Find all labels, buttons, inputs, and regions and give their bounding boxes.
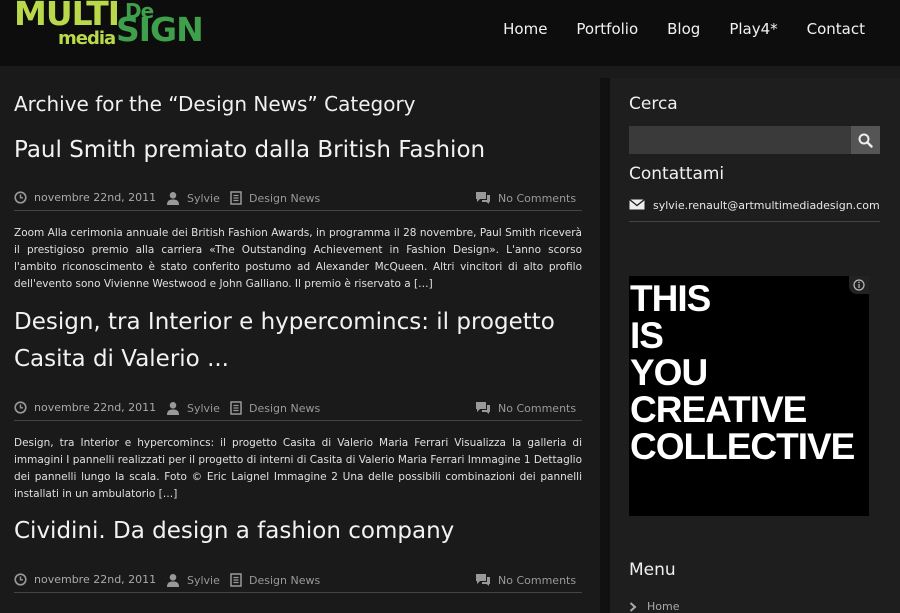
post-title[interactable]: Paul Smith premiato dalla British Fashio… [14,132,584,169]
main-nav: Home Portfolio Blog Play4* Contact [503,20,865,38]
logo-sign: SIGN [116,10,204,49]
site-logo[interactable]: MULTI De media SIGN [14,0,214,56]
post-comments[interactable]: No Comments [475,573,576,587]
nav-play4[interactable]: Play4* [729,20,777,38]
document-icon [230,191,242,205]
post-excerpt: Design, tra Interior e hypercomincs: il … [14,437,582,500]
post-author[interactable]: Sylvie [166,401,220,415]
ad-text: THIS IS YOU CREATIVE COLLECTIVE [630,278,855,467]
nav-blog[interactable]: Blog [667,20,700,38]
contact-email[interactable]: sylvie.renault@artmultimediadesign.com [629,199,880,222]
post-meta: novembre 22nd, 2011 Sylvie Design News N… [14,570,582,593]
nav-portfolio[interactable]: Portfolio [576,20,638,38]
post-meta: novembre 22nd, 2011 Sylvie Design News N… [14,398,582,421]
user-icon [167,574,179,587]
search-icon [858,133,873,148]
info-icon [853,279,865,291]
menu-item-home[interactable]: Home [629,600,679,613]
search-input[interactable] [629,126,851,154]
document-icon [230,401,242,415]
clock-icon [14,573,27,586]
menu-heading: Menu [629,560,676,580]
post-excerpt: Zoom Alla cerimonia annuale dei British … [14,227,582,290]
comments-icon [476,192,490,204]
comments-icon [476,402,490,414]
post-date: novembre 22nd, 2011 [14,573,156,586]
post-author[interactable]: Sylvie [166,191,220,205]
post-category[interactable]: Design News [230,191,320,205]
post-date: novembre 22nd, 2011 [14,191,156,204]
sidebar: Cerca Contattami sylvie.renault@artmulti… [610,78,900,613]
nav-home[interactable]: Home [503,20,547,38]
post-comments[interactable]: No Comments [475,401,576,415]
post-comments[interactable]: No Comments [475,191,576,205]
comments-icon [476,574,490,586]
chevron-right-icon [629,601,637,612]
logo-media: media [58,28,116,49]
nav-contact[interactable]: Contact [807,20,865,38]
post-category[interactable]: Design News [230,573,320,587]
user-icon [167,192,179,205]
archive-title: Archive for the “Design News” Category [14,92,416,116]
column-divider [600,78,610,613]
main-content: Archive for the “Design News” Category P… [0,78,600,613]
search-heading: Cerca [629,94,678,114]
post-title[interactable]: Cividini. Da design a fashion company [14,513,584,550]
ad-info-button[interactable] [849,276,869,294]
post-meta: novembre 22nd, 2011 Sylvie Design News N… [14,188,582,211]
clock-icon [14,191,27,204]
post-date: novembre 22nd, 2011 [14,401,156,414]
user-icon [167,402,179,415]
contact-heading: Contattami [629,164,725,184]
post-category[interactable]: Design News [230,401,320,415]
site-header: MULTI De media SIGN Home Portfolio Blog … [0,0,900,66]
post-author[interactable]: Sylvie [166,573,220,587]
document-icon [230,573,242,587]
search-button[interactable] [851,126,880,154]
clock-icon [14,401,27,414]
advertisement[interactable]: THIS IS YOU CREATIVE COLLECTIVE [629,276,869,516]
envelope-icon [629,199,645,210]
post-title[interactable]: Design, tra Interior e hypercomincs: il … [14,304,584,378]
